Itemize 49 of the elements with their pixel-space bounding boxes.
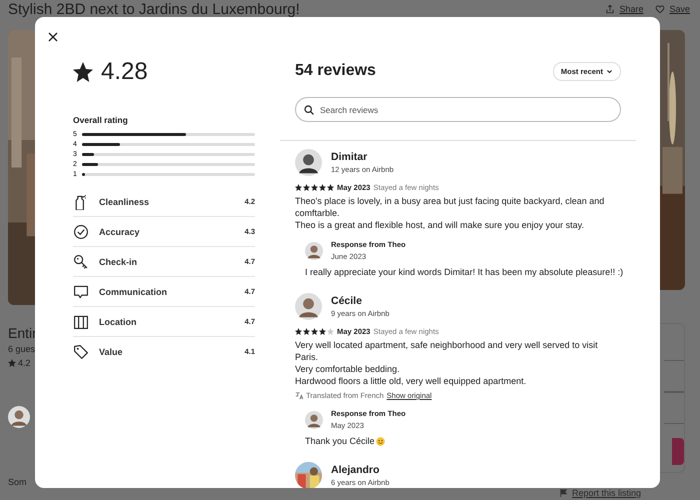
category-name: Check-in (99, 256, 138, 266)
flag-icon (560, 489, 568, 497)
review-text: Very well located apartment, safe neighborhood and very well served to visit Paris. Very comfortable bedding. Hardwood floors a little old, very well equipped apartment. (295, 339, 599, 387)
close-icon (48, 32, 58, 42)
avatar (8, 406, 30, 428)
report-link[interactable]: Report this listing (560, 488, 642, 498)
category-name: Cleanliness (99, 196, 150, 206)
review-text: Theo's place is lovely, in a busy area but just facing quite backyard, clean and comftarble. Theo is a great and flexible host, and will make sure you enjoy your stay. (295, 195, 606, 231)
reviewer-name: Cécile (331, 295, 363, 307)
tag-icon (73, 344, 89, 360)
avatar (295, 293, 322, 320)
avatar (305, 242, 323, 260)
search-field[interactable]: Search reviews (295, 97, 621, 122)
listing-heading: Entir (8, 325, 38, 341)
chevron-down-icon (606, 68, 613, 74)
star-icon (8, 359, 16, 367)
avatar (305, 410, 323, 428)
category-name: Accuracy (99, 226, 141, 236)
response-text: Thank you Cécile (305, 436, 375, 446)
reviewer-name: Alejandro (331, 464, 380, 476)
check-circle-icon (73, 224, 89, 240)
category-name: Location (99, 316, 138, 326)
reserve-button[interactable] (672, 438, 684, 465)
category-name: Value (99, 346, 124, 356)
rating-text: 4.2 (18, 358, 31, 368)
category-name: Communication (99, 286, 168, 296)
reviews-heading: 54 reviews (295, 62, 376, 80)
section-text: Som (8, 477, 28, 487)
key-icon (73, 254, 89, 270)
star-icon (73, 62, 93, 82)
listing-title: Stylish 2BD next to Jardins du Luxembourg! (8, 0, 301, 18)
share-icon (605, 4, 616, 14)
response-text: I really appreciate your kind words Dimitar! It has been my absolute pleasure!! :) (305, 267, 624, 277)
avatar (295, 149, 322, 176)
close-button[interactable] (47, 30, 59, 42)
guest-info: 6 gues (8, 344, 36, 354)
input-field[interactable] (664, 392, 684, 424)
speech-bubble-icon (73, 284, 89, 300)
action-link[interactable]: Save (655, 4, 690, 14)
overall-score: 4.28 (101, 58, 148, 86)
heart-icon (655, 4, 666, 14)
input-field[interactable] (664, 360, 684, 392)
action-link[interactable]: Share (605, 4, 644, 14)
search-icon (304, 104, 314, 114)
translate-icon (295, 392, 303, 400)
spray-bottle-icon (73, 194, 89, 210)
section-label: Overall rating (73, 115, 129, 125)
map-icon (73, 314, 89, 330)
reviewer-name: Dimitar (331, 151, 368, 163)
